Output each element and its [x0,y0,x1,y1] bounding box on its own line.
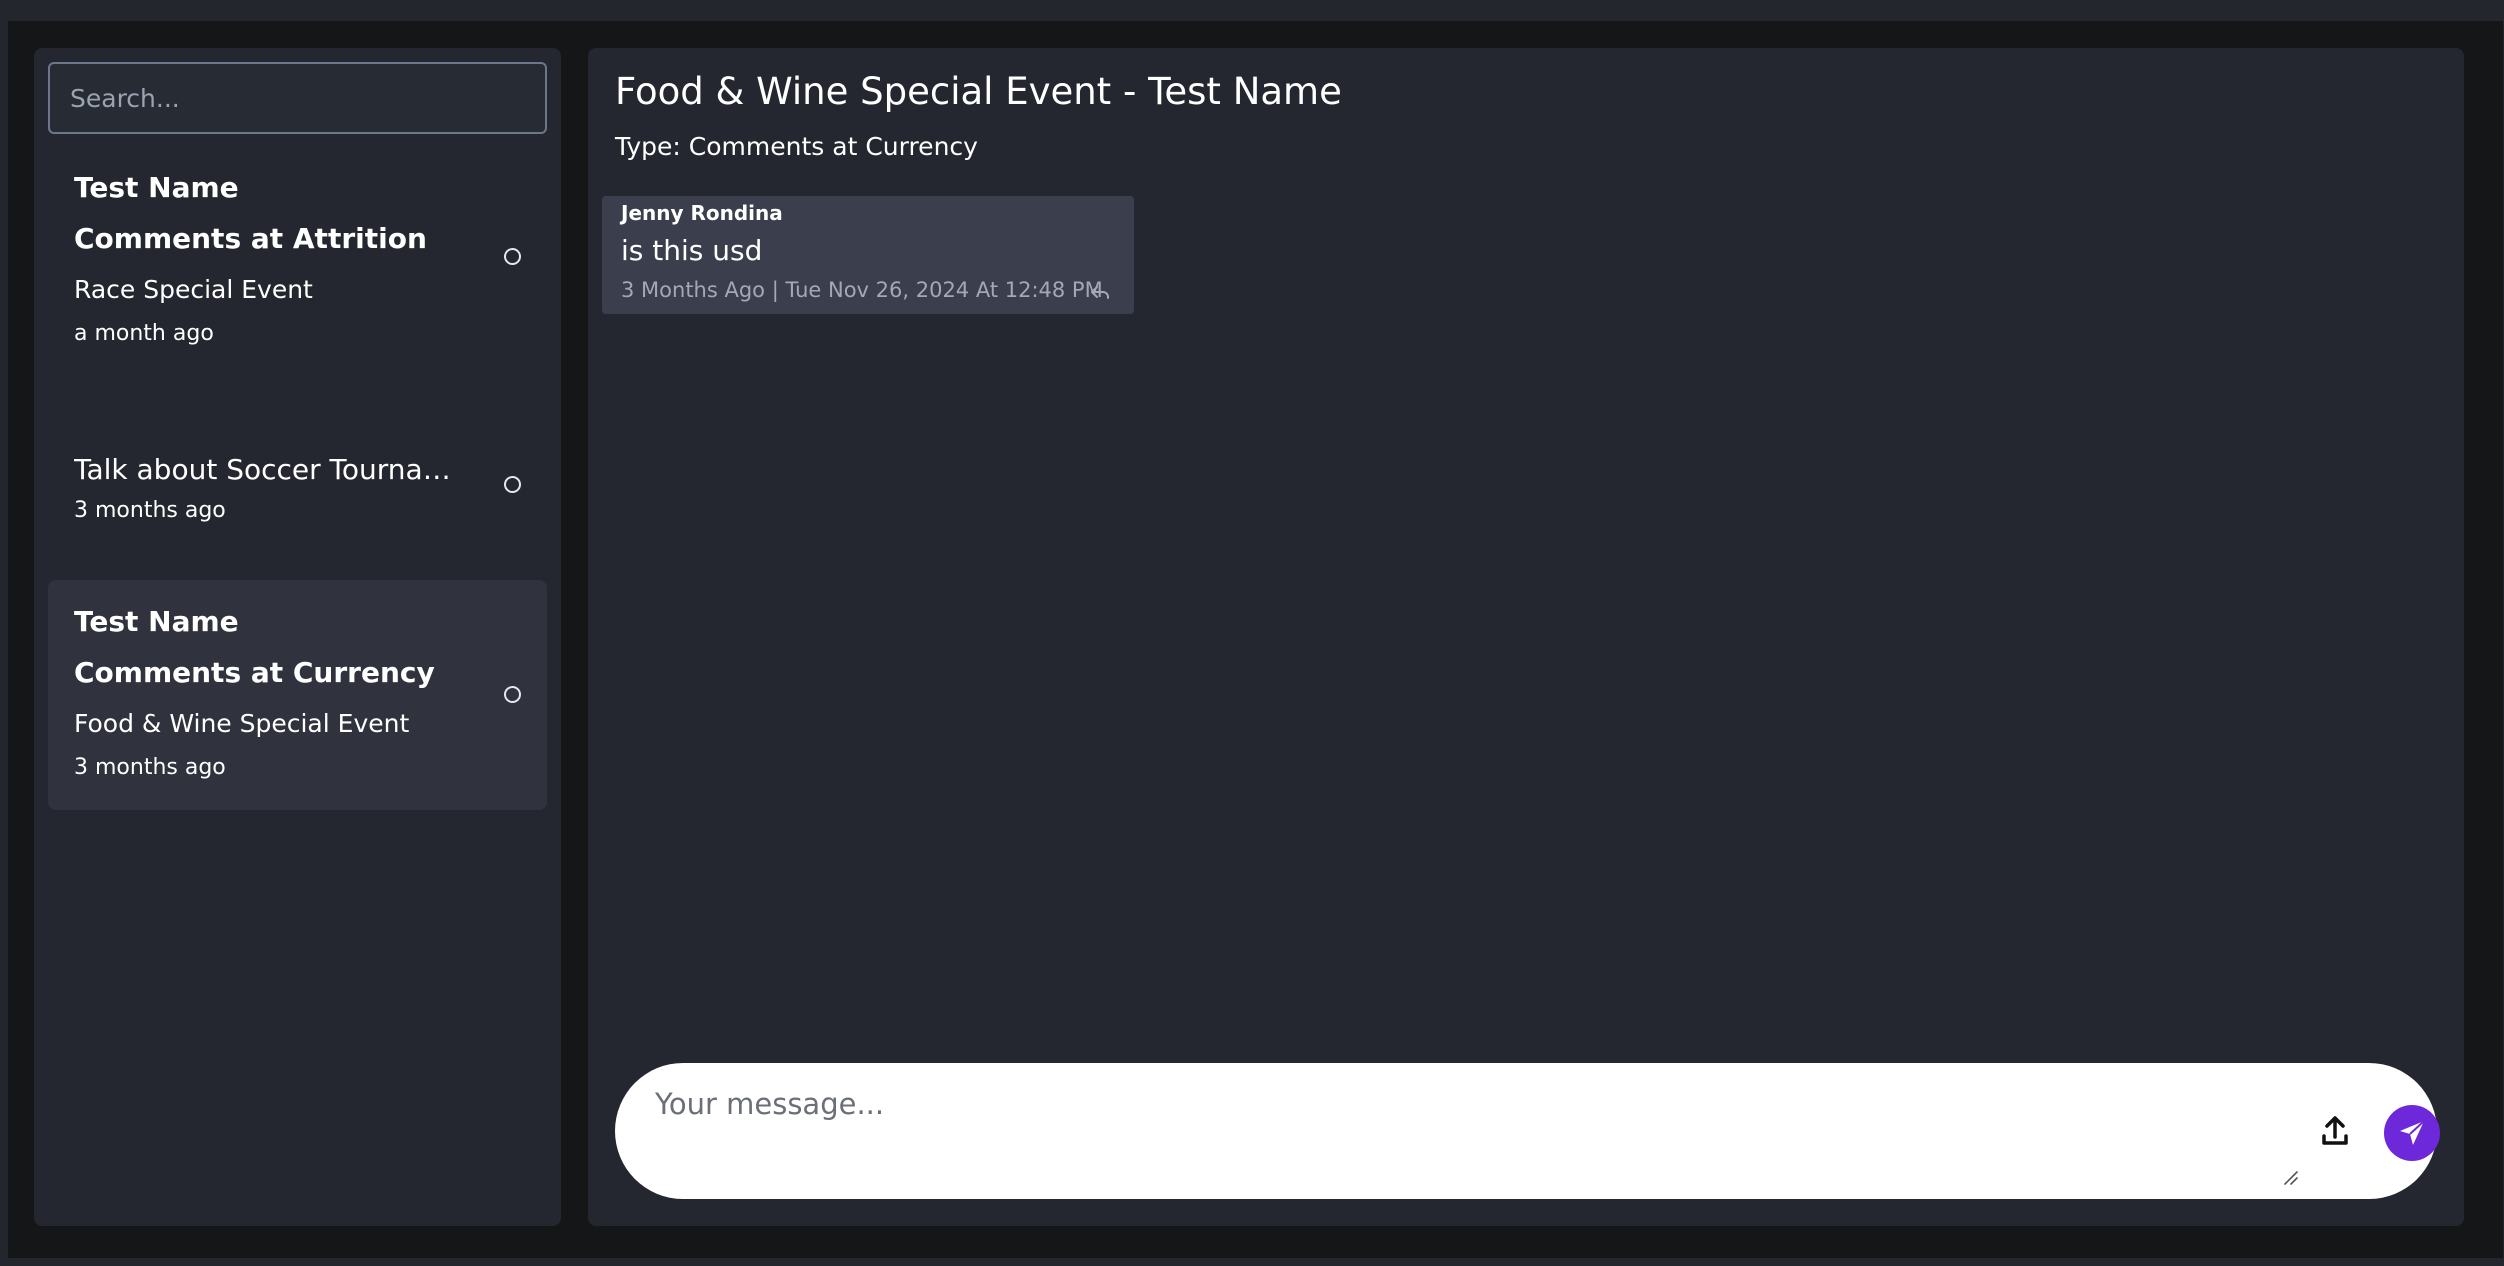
thread-event: Race Special Event [74,275,313,304]
send-button[interactable] [2384,1105,2440,1161]
thread-event: Food & Wine Special Event [74,709,410,738]
message-bubble: Jenny Rondina is this usd 3 Months Ago |… [602,196,1134,314]
thread-item-currency[interactable]: Test Name Comments at Currency Food & Wi… [48,580,547,810]
unread-indicator-icon [504,476,521,493]
resize-grip-icon[interactable] [2282,1169,2298,1185]
upload-icon[interactable] [2315,1111,2355,1151]
thread-time: a month ago [74,321,214,346]
message-input[interactable] [655,1087,2283,1187]
thread-item-attrition[interactable]: Test Name Comments at Attrition Race Spe… [48,162,547,352]
thread-time: 3 months ago [74,498,226,523]
reply-icon[interactable] [1089,281,1111,303]
thread-name: Test Name [74,171,239,204]
message-composer [615,1063,2440,1199]
send-icon [2400,1120,2425,1145]
thread-time: 3 months ago [74,755,226,780]
thread-sidebar: Test Name Comments at Attrition Race Spe… [34,48,561,1226]
thread-title: Talk about Soccer Tournam... [74,453,464,486]
search-input[interactable] [48,62,547,134]
unread-indicator-icon [504,686,521,703]
conversation-type: Type: Comments at Currency [615,132,978,161]
thread-type: Comments at Attrition [74,222,427,255]
message-text: is this usd [621,234,763,267]
conversation-title: Food & Wine Special Event - Test Name [615,70,1342,113]
thread-name: Test Name [74,605,239,638]
conversation-panel: Food & Wine Special Event - Test Name Ty… [588,48,2464,1226]
message-timestamp: 3 Months Ago | Tue Nov 26, 2024 At 12:48… [621,278,1103,302]
thread-type: Comments at Currency [74,656,435,689]
message-author: Jenny Rondina [621,201,783,225]
unread-indicator-icon [504,248,521,265]
thread-item-soccer[interactable]: Talk about Soccer Tournam... 3 months ag… [48,448,547,548]
